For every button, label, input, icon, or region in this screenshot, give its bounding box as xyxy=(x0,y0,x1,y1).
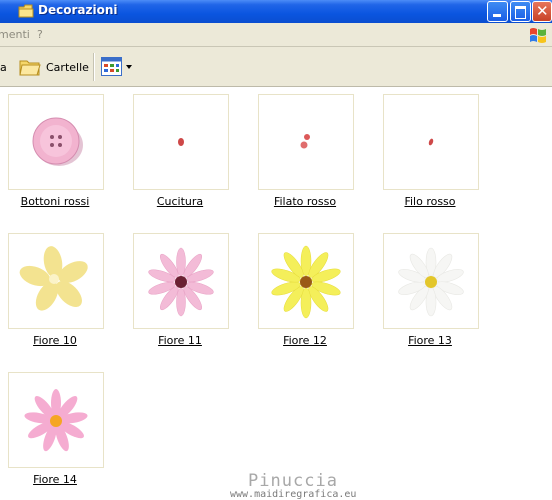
toolbar: a Cartelle xyxy=(0,47,552,87)
search-button-label[interactable]: a xyxy=(0,61,7,74)
red-thread-icon xyxy=(428,138,434,146)
watermark: Pinuccia www.maidiregrafica.eu xyxy=(230,471,356,500)
file-label[interactable]: Fiore 12 xyxy=(250,334,360,347)
file-label[interactable]: Fiore 14 xyxy=(0,473,110,486)
white-daisy-icon xyxy=(398,247,464,317)
file-item[interactable]: Fiore 11 xyxy=(125,226,235,351)
file-item[interactable]: Cucitura xyxy=(125,87,235,212)
maximize-icon xyxy=(515,6,526,19)
thumbnail xyxy=(258,233,354,329)
file-item[interactable]: Filato rosso xyxy=(250,87,360,212)
red-yarn-icon xyxy=(300,134,310,149)
thumbnail xyxy=(8,233,104,329)
file-label[interactable]: Fiore 10 xyxy=(0,334,110,347)
file-label[interactable]: Fiore 13 xyxy=(375,334,485,347)
windows-logo-icon xyxy=(530,28,546,43)
folder-icon xyxy=(18,4,34,18)
window-title: Decorazioni xyxy=(38,3,118,17)
file-label[interactable]: Filo rosso xyxy=(375,195,485,208)
thumbnail xyxy=(8,94,104,190)
close-icon: ✕ xyxy=(536,2,549,20)
close-button[interactable]: ✕ xyxy=(532,1,552,22)
views-icon[interactable] xyxy=(101,57,122,76)
stitch-dot-icon xyxy=(178,138,184,146)
file-label[interactable]: Cucitura xyxy=(125,195,235,208)
minimize-button[interactable] xyxy=(487,1,508,22)
yellow-flower-icon xyxy=(19,246,88,311)
file-item[interactable]: Bottoni rossi xyxy=(0,87,110,212)
file-item[interactable]: Fiore 12 xyxy=(250,226,360,351)
yellow-daisy-icon xyxy=(271,245,341,319)
thumbnail xyxy=(8,372,104,468)
pink-flower-icon xyxy=(24,389,88,452)
title-bar[interactable]: Decorazioni ✕ xyxy=(0,0,552,23)
file-item[interactable]: Fiore 13 xyxy=(375,226,485,351)
folders-icon xyxy=(19,60,41,76)
file-label[interactable]: Filato rosso xyxy=(250,195,360,208)
button-icon xyxy=(32,117,83,166)
folders-button[interactable]: Cartelle xyxy=(46,61,89,74)
file-item[interactable]: Filo rosso xyxy=(375,87,485,212)
maximize-button[interactable] xyxy=(510,1,531,22)
thumbnail xyxy=(383,233,479,329)
menu-item-tools[interactable]: menti xyxy=(0,28,30,41)
views-dropdown-arrow-icon[interactable] xyxy=(126,65,132,69)
thumbnail xyxy=(133,233,229,329)
pink-daisy-icon xyxy=(148,247,214,317)
file-list: Bottoni rossi Cucitura Filato rosso Filo… xyxy=(0,87,552,500)
file-item[interactable]: Fiore 14 xyxy=(0,365,110,490)
minimize-icon xyxy=(493,14,501,17)
file-label[interactable]: Fiore 11 xyxy=(125,334,235,347)
thumbnail xyxy=(258,94,354,190)
file-label[interactable]: Bottoni rossi xyxy=(0,195,110,208)
toolbar-separator xyxy=(93,53,95,81)
watermark-name: Pinuccia xyxy=(248,471,338,491)
thumbnail xyxy=(133,94,229,190)
thumbnail xyxy=(383,94,479,190)
file-item[interactable]: Fiore 10 xyxy=(0,226,110,351)
menu-bar: menti ? xyxy=(0,23,552,47)
menu-item-help[interactable]: ? xyxy=(37,28,43,41)
